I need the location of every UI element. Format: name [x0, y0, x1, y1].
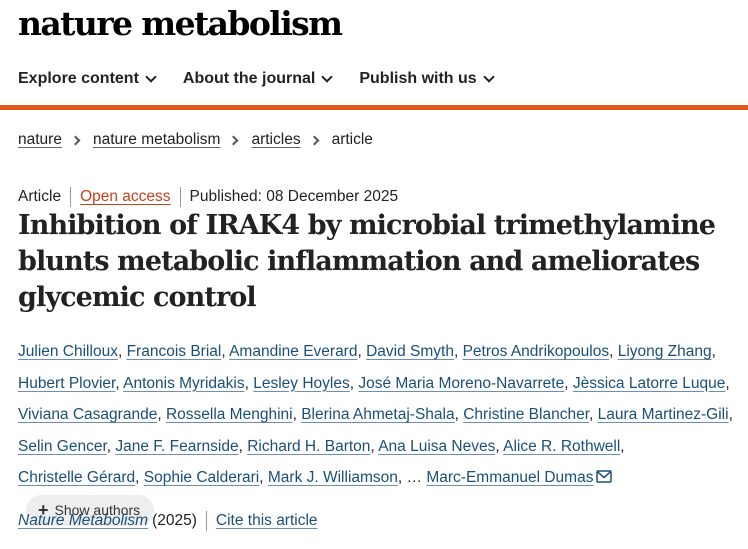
author-list: Julien Chilloux, Francois Brial, Amandin… [18, 336, 740, 526]
chevron-down-icon [483, 71, 495, 83]
author-link[interactable]: David Smyth [366, 343, 454, 360]
author-link[interactable]: Viviana Casagrande [18, 406, 157, 423]
nav-publish-with-us[interactable]: Publish with us [359, 70, 495, 88]
author-link[interactable]: Amandine Everard [229, 343, 357, 360]
article-meta: Article Open access Published: 08 Decemb… [18, 187, 398, 207]
breadcrumb-link-nature[interactable]: nature [18, 131, 62, 149]
author-link[interactable]: Laura Martinez-Gili [598, 406, 729, 423]
author-link[interactable]: Hubert Plovier [18, 375, 115, 392]
article-title: Inhibition of IRAK4 by microbial trimeth… [18, 210, 716, 313]
site-header: nature metabolism [18, 4, 343, 44]
nav-about-the-journal[interactable]: About the journal [182, 70, 334, 88]
chevron-down-icon [321, 71, 334, 83]
author-ellipsis: … [406, 469, 423, 486]
nav-item-label: Publish with us [359, 70, 477, 87]
author-link[interactable]: Blerina Ahmetaj-Shala [301, 406, 454, 423]
breadcrumb-link-nature-metabolism[interactable]: nature metabolism [93, 131, 221, 149]
author-link[interactable]: Christine Blancher [463, 406, 589, 423]
chevron-right-icon [309, 135, 320, 145]
author-link[interactable]: Sophie Calderari [144, 469, 259, 486]
author-link[interactable]: Alice R. Rothwell [503, 438, 620, 455]
author-link[interactable]: Francois Brial [127, 343, 222, 360]
nav-item-label: About the journal [182, 70, 316, 87]
envelope-icon[interactable] [596, 463, 613, 495]
cite-this-article-link[interactable]: Cite this article [216, 512, 318, 530]
divider [70, 187, 72, 207]
author-link[interactable]: Richard H. Barton [247, 438, 370, 455]
author-link[interactable]: Rossella Menghini [166, 406, 293, 423]
author-link[interactable]: Ana Luisa Neves [378, 438, 495, 455]
chevron-right-icon [229, 135, 239, 145]
published-date: Published: 08 December 2025 [189, 188, 399, 205]
nav-item-label: Explore content [18, 70, 139, 87]
main-nav: Explore content About the journal Publis… [18, 66, 521, 92]
journal-link[interactable]: Nature Metabolism [18, 512, 148, 530]
breadcrumb: nature nature metabolism articles articl… [18, 131, 373, 149]
author-link[interactable]: Julien Chilloux [18, 343, 118, 360]
article-type: Article [18, 188, 62, 205]
citation-bar: Nature Metabolism (2025) Cite this artic… [18, 511, 318, 531]
chevron-right-icon [70, 135, 81, 145]
author-link[interactable]: Jane F. Fearnside [115, 438, 238, 455]
open-access-link[interactable]: Open access [80, 188, 170, 206]
breadcrumb-link-articles[interactable]: articles [251, 131, 300, 149]
header-divider [0, 105, 748, 110]
author-link[interactable]: Mark J. Williamson [268, 469, 398, 486]
author-link[interactable]: Selin Gencer [18, 438, 107, 455]
corresponding-author-link[interactable]: Marc-Emmanuel Dumas [426, 469, 593, 486]
author-link[interactable]: Petros Andrikopoulos [463, 343, 609, 360]
divider [179, 187, 181, 207]
breadcrumb-current: article [331, 131, 373, 148]
nav-explore-content[interactable]: Explore content [18, 70, 157, 88]
author-link[interactable]: Antonis Myridakis [123, 375, 244, 392]
divider [205, 511, 207, 531]
author-link[interactable]: Christelle Gérard [18, 469, 135, 486]
publication-year: (2025) [152, 512, 197, 529]
chevron-down-icon [145, 71, 157, 83]
author-link[interactable]: Liyong Zhang [618, 343, 712, 360]
author-link[interactable]: Lesley Hoyles [253, 375, 350, 392]
author-link[interactable]: José Maria Moreno-Navarrete [358, 375, 564, 392]
site-logo[interactable]: nature metabolism [18, 4, 343, 43]
author-link[interactable]: Jèssica Latorre Luque [573, 375, 726, 392]
